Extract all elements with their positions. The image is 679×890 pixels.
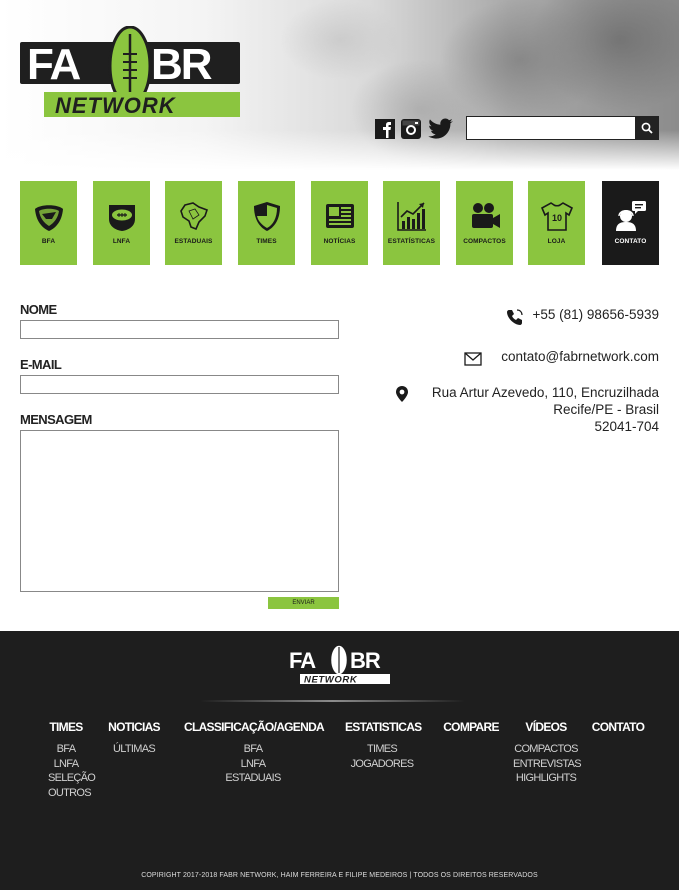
footer-heading-noticias[interactable]: NOTICIAS [107,720,161,734]
location-pin-icon [396,386,408,402]
logo-text-network: NETWORK [55,93,177,118]
nav-tile-noticias[interactable]: NOTÍCIAS [311,181,368,265]
video-camera-icon [471,203,500,228]
footer-link[interactable]: LNFA [184,757,322,772]
shield-icon [253,202,280,231]
nav-tile-loja[interactable]: 10 LOJA [528,181,585,265]
chart-icon [396,202,426,231]
email-label: E-MAIL [20,357,62,372]
footer-link[interactable]: JOGADORES [345,757,419,772]
nav-tile-label: BFA [41,238,56,245]
footer: FA BR NETWORK TIMES BFA LNFA SELEÇÃO OUT… [0,631,679,890]
bfa-logo-icon [34,205,63,231]
nav-tile-label: LNFA [112,238,131,245]
contact-email[interactable]: contato@fabrnetwork.com [501,349,659,364]
footer-col-contato: CONTATO [589,720,647,734]
footer-logo-text-fa: FA [289,648,316,673]
footer-link[interactable]: ENTREVISTAS [513,757,582,772]
footer-col-compare: COMPARE [442,720,500,734]
nav-tile-label: NOTÍCIAS [323,238,356,245]
twitter-icon[interactable] [428,118,454,140]
footer-heading-compare[interactable]: COMPARE [442,720,500,734]
facebook-icon[interactable] [374,118,396,140]
search-input[interactable] [466,116,636,140]
nav-tile-estatisticas[interactable]: ESTATÍSTICAS [383,181,440,265]
footer-link[interactable]: SELEÇÃO [48,771,96,786]
logo-text-fa: FA [27,40,80,89]
footer-heading-times[interactable]: TIMES [48,720,84,734]
contact-address-line2: Recife/PE - Brasil [553,402,659,417]
nav-tile-label: TIMES [256,238,277,245]
footer-logo-text-br: BR [350,648,381,673]
footer-heading-estatisticas[interactable]: ESTATISTICAS [345,720,422,734]
footer-heading-classificacao[interactable]: CLASSIFICAÇÃO/AGENDA [184,720,325,734]
nav-tile-contato[interactable]: CONTATO [602,181,659,265]
envelope-icon [464,352,482,366]
nav-tile-label: CONTATO [614,238,647,245]
svg-text:10: 10 [551,213,561,223]
footer-col-times: TIMES BFA LNFA SELEÇÃO OUTROS [48,720,96,801]
logo-text-br: BR [151,40,212,89]
brazil-map-icon [179,202,208,231]
jersey-icon: 10 [540,202,573,231]
contact-icon [615,201,646,231]
nav-tile-label: COMPACTOS [463,238,506,245]
football-icon [108,205,135,231]
search-icon [641,122,653,134]
instagram-icon[interactable] [400,118,422,140]
footer-col-noticias: NOTICIAS ÚLTIMAS [107,720,161,757]
copyright-text: COPIRIGHT 2017-2018 FABR NETWORK, HAIM F… [141,872,538,879]
footer-col-estatisticas: ESTATISTICAS TIMES JOGADORES [345,720,422,772]
footer-link[interactable]: ÚLTIMAS [107,742,161,757]
nav-tile-label: ESTATÍSTICAS [387,238,436,245]
name-label: NOME [20,302,57,317]
search-button[interactable] [635,116,659,140]
footer-col-videos: VÍDEOS COMPACTOS ENTREVISTAS HIGHLIGHTS [513,720,582,786]
contact-address-line3: 52041-704 [594,419,659,434]
footer-link[interactable]: BFA [48,742,84,757]
message-field[interactable] [20,430,339,592]
section-nav: BFA LNFA ESTADUAIS TIMES NOTÍCIAS ESTATÍ… [20,181,659,265]
nav-tile-bfa[interactable]: BFA [20,181,77,265]
footer-link[interactable]: COMPACTOS [513,742,579,757]
footer-col-classificacao: CLASSIFICAÇÃO/AGENDA BFA LNFA ESTADUAIS [184,720,325,786]
email-field[interactable] [20,375,339,394]
footer-heading-videos[interactable]: VÍDEOS [513,720,579,734]
nav-tile-label: LOJA [547,238,566,245]
nav-tile-estaduais[interactable]: ESTADUAIS [165,181,222,265]
nav-tile-times[interactable]: TIMES [238,181,295,265]
footer-logo-text-network: NETWORK [304,675,358,685]
phone-icon [507,309,523,325]
footer-link[interactable]: TIMES [345,742,419,757]
fabr-network-logo[interactable]: FA BR NETWORK [19,26,241,118]
nav-tile-label: ESTADUAIS [174,238,213,245]
footer-logo[interactable]: FA BR NETWORK [288,644,391,684]
footer-link[interactable]: HIGHLIGHTS [513,771,579,786]
contact-address-line1: Rua Artur Azevedo, 110, Encruzilhada [431,385,659,400]
send-button[interactable]: ENVIAR [268,597,339,609]
footer-link[interactable]: OUTROS [48,786,92,801]
message-label: MENSAGEM [20,412,92,427]
footer-heading-contato[interactable]: CONTATO [589,720,647,734]
contact-phone: +55 (81) 98656-5939 [532,307,659,322]
name-field[interactable] [20,320,339,339]
footer-link[interactable]: BFA [184,742,322,757]
footer-link[interactable]: LNFA [48,757,84,772]
nav-tile-compactos[interactable]: COMPACTOS [456,181,513,265]
nav-tile-lnfa[interactable]: LNFA [93,181,150,265]
newspaper-icon [325,204,354,228]
footer-divider [200,700,465,702]
footer-link[interactable]: ESTADUAIS [184,771,322,786]
